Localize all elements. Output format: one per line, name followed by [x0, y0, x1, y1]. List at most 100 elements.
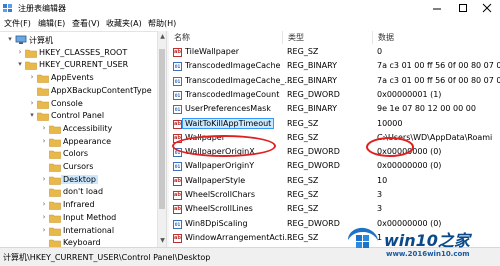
value-name: TileWallpaper: [185, 47, 240, 56]
binary-value-icon: 01: [173, 76, 182, 86]
computer-icon: [15, 35, 27, 44]
binary-value-icon: 01: [173, 219, 182, 229]
chevron-right-icon[interactable]: [40, 162, 48, 172]
scroll-down-icon[interactable]: ▼: [159, 237, 166, 244]
value-name: UserPreferencesMask: [185, 104, 271, 114]
folder-icon: [49, 239, 61, 247]
regedit-icon: [3, 4, 12, 12]
tree-item[interactable]: › Accessibility: [0, 123, 150, 136]
window-title: 注册表编辑器: [18, 4, 66, 13]
value-name: WheelScrollLines: [185, 204, 253, 214]
value-row[interactable]: 01 TranscodedImageCount REG_DWORD 0x0000000…: [169, 89, 500, 102]
tree-item[interactable]: ▾ HKEY_CURRENT_USER: [0, 59, 150, 72]
value-row[interactable]: ab TileWallpaper REG_SZ 0: [169, 46, 500, 59]
folder-icon: [25, 62, 37, 71]
tree-item[interactable]: don't load: [0, 186, 150, 199]
value-name: WaitToKillAppTimeout: [182, 117, 275, 129]
tree-item-label: Control Panel: [51, 111, 105, 121]
watermark: win10之家 www.2016win10.com: [346, 224, 496, 264]
string-value-icon: ab: [173, 176, 182, 186]
binary-value-icon: 01: [173, 105, 182, 115]
folder-icon: [49, 214, 61, 223]
chevron-right-icon[interactable]: ›: [40, 175, 48, 185]
tree-item[interactable]: AppXBackupContentType: [0, 85, 152, 98]
tree-item-label: 计算机: [29, 36, 53, 45]
chevron-right-icon[interactable]: ›: [40, 124, 48, 134]
column-header-data[interactable]: 数据: [373, 31, 500, 44]
chevron-right-icon[interactable]: [40, 238, 48, 247]
value-row[interactable]: ab WheelScrollLines REG_SZ 3: [169, 203, 500, 216]
value-name: WallpaperOriginY: [185, 161, 255, 171]
chevron-right-icon[interactable]: [40, 187, 48, 197]
chevron-right-icon[interactable]: [28, 86, 36, 96]
scroll-up-icon[interactable]: ▲: [159, 33, 166, 40]
chevron-right-icon[interactable]: ›: [40, 213, 48, 223]
value-data: 3: [377, 190, 383, 199]
tree-item-label: Accessibility: [63, 123, 113, 133]
close-button[interactable]: [474, 0, 500, 16]
tree-item[interactable]: Keyboard: [0, 237, 150, 247]
folder-icon: [49, 189, 61, 198]
value-row[interactable]: 01 TranscodedImageCache REG_BINARY 7a c3 01…: [169, 60, 500, 73]
string-value-icon: ab: [173, 191, 182, 200]
maximize-button[interactable]: [450, 0, 476, 16]
chevron-down-icon[interactable]: ▾: [28, 111, 36, 121]
key-tree[interactable]: ▾ 计算机 › HKEY_CLASSES_ROOT ▾ HKEY_CURRENT_USER…: [0, 31, 166, 247]
chevron-right-icon[interactable]: ›: [28, 73, 36, 83]
tree-item[interactable]: › Desktop: [0, 174, 150, 187]
chevron-right-icon[interactable]: ›: [40, 226, 48, 236]
chevron-right-icon[interactable]: ›: [28, 99, 36, 109]
value-row[interactable]: 01 TranscodedImageCache_... REG_BINARY 7a c…: [169, 75, 500, 88]
chevron-right-icon[interactable]: ›: [40, 200, 48, 210]
menu-edit[interactable]: 编辑(E): [38, 18, 65, 29]
tree-item-label: HKEY_CURRENT_USER: [39, 60, 129, 70]
tree-item[interactable]: › Console: [0, 98, 150, 111]
menu-favorites[interactable]: 收藏夹(A): [106, 18, 142, 29]
chevron-right-icon[interactable]: ›: [40, 137, 48, 147]
tree-item[interactable]: › International: [0, 225, 150, 238]
value-row[interactable]: 01 UserPreferencesMask REG_BINARY 9e 1e 07 …: [169, 103, 500, 116]
column-header-type[interactable]: 类型: [283, 31, 373, 44]
value-type: REG_BINARY: [287, 61, 338, 71]
column-header-name[interactable]: 名称: [169, 31, 283, 44]
tree-item[interactable]: Colors: [0, 148, 150, 161]
chevron-right-icon[interactable]: ›: [16, 48, 24, 58]
folder-icon: [37, 74, 49, 83]
menu-file[interactable]: 文件(F): [4, 18, 31, 29]
tree-item[interactable]: Cursors: [0, 161, 150, 174]
binary-value-icon: 01: [173, 90, 182, 100]
value-data: 10: [377, 175, 388, 185]
close-icon: [482, 3, 492, 13]
value-type: REG_BINARY: [287, 75, 338, 85]
value-type: REG_DWORD: [287, 147, 340, 157]
value-data: 0: [377, 47, 383, 56]
tree-item[interactable]: › Infrared: [0, 199, 150, 212]
chevron-down-icon[interactable]: ▾: [16, 60, 24, 70]
menu-help[interactable]: 帮助(H): [148, 18, 176, 29]
status-path: 计算机\HKEY_CURRENT_USER\Control Panel\Desk…: [3, 253, 211, 262]
tree-item-label: don't load: [63, 187, 104, 197]
chevron-down-icon[interactable]: ▾: [6, 35, 14, 45]
value-row[interactable]: 01 WallpaperOriginY REG_DWORD 0x00000000 (0…: [169, 160, 500, 173]
tree-item[interactable]: ▾ 计算机: [0, 34, 150, 47]
value-row[interactable]: ab WaitToKillAppTimeout REG_SZ 10000: [169, 117, 500, 131]
scroll-thumb[interactable]: [159, 49, 165, 209]
value-type: REG_SZ: [287, 190, 319, 199]
value-name: TranscodedImageCount: [185, 89, 280, 99]
tree-item-label: Colors: [63, 149, 89, 159]
tree-item[interactable]: › Input Method: [0, 212, 150, 225]
value-row[interactable]: ab WheelScrollChars REG_SZ 3: [169, 189, 500, 202]
menu-view[interactable]: 查看(V): [72, 18, 100, 29]
tree-item[interactable]: › HKEY_CLASSES_ROOT: [0, 47, 150, 60]
minimize-button[interactable]: [424, 0, 450, 16]
chevron-right-icon[interactable]: [40, 149, 48, 159]
binary-value-icon: 01: [173, 62, 182, 72]
string-value-icon: ab: [173, 119, 182, 129]
value-row[interactable]: ab WallpaperStyle REG_SZ 10: [169, 175, 500, 188]
menu-bar: 文件(F) 编辑(E) 查看(V) 收藏夹(A) 帮助(H): [0, 16, 500, 31]
folder-icon: [49, 227, 61, 236]
tree-scrollbar[interactable]: ▲ ▼: [157, 31, 166, 247]
tree-item[interactable]: › AppEvents: [0, 72, 150, 85]
tree-item[interactable]: ▾ Control Panel: [0, 110, 150, 123]
tree-item[interactable]: › Appearance: [0, 136, 150, 149]
